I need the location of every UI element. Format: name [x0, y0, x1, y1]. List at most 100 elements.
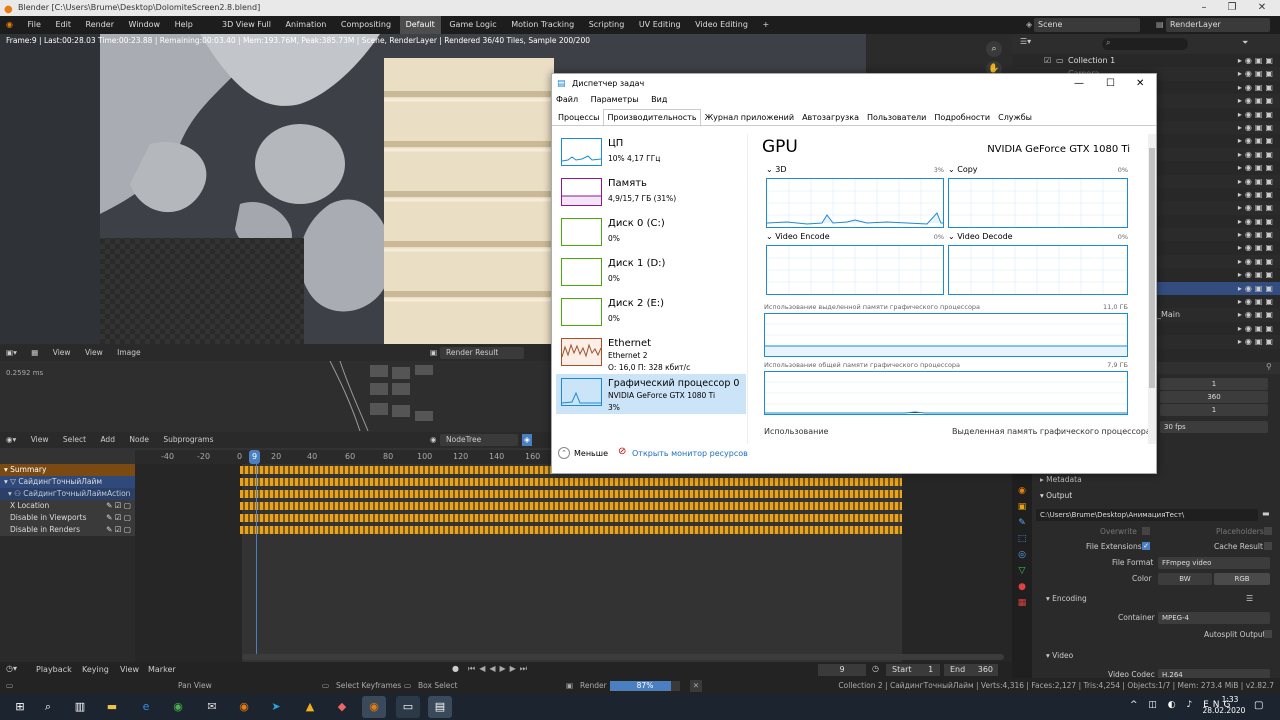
channel-action[interactable]: ▾ ⚇ СайдингТочныйЛаймAction	[0, 488, 135, 500]
close-icon[interactable]: ✕	[1136, 74, 1144, 94]
engine-copy-label[interactable]: ⌄ Copy	[948, 165, 978, 174]
resource-disk-0[interactable]: Диск 0 (C:) 0%	[556, 214, 746, 254]
color-bw-button[interactable]: BW	[1158, 573, 1212, 585]
output-tab-icon[interactable]: ▣	[1012, 502, 1032, 512]
resource-memory[interactable]: Память 4,9/15,7 ГБ (31%)	[556, 174, 746, 214]
frame-end-field[interactable]: 360	[1160, 391, 1268, 403]
menu-view[interactable]: Вид	[651, 95, 667, 104]
row-toggles-icon[interactable]: ▸◉▣▣	[1238, 190, 1276, 199]
maximize-icon[interactable]: ☐	[1106, 74, 1115, 94]
file-format-select[interactable]: FFmpeg video	[1158, 557, 1270, 569]
timeline-type-icon[interactable]: ◷▾	[6, 664, 17, 673]
fake-user-shield-icon[interactable]: ◈	[522, 434, 532, 446]
row-toggles-icon[interactable]: ▸◉▣▣	[1238, 310, 1276, 319]
row-toggles-icon[interactable]: ▸◉▣▣	[1238, 324, 1276, 333]
fps-select[interactable]: 30 fps	[1160, 421, 1268, 433]
app-icon[interactable]: ▲	[298, 696, 322, 718]
cache-result-checkbox[interactable]	[1264, 542, 1272, 550]
output-panel-title[interactable]: ▾ Output	[1040, 491, 1072, 500]
row-toggles-icon[interactable]: ▸◉▣▣	[1238, 83, 1276, 92]
keyframes-action[interactable]	[240, 490, 902, 498]
row-toggles-icon[interactable]: ▸◉▣▣	[1238, 217, 1276, 226]
row-toggles-icon[interactable]: ▸◉▣▣	[1238, 257, 1276, 266]
tab-video-editing[interactable]: Video Editing	[689, 16, 754, 34]
mail-app-icon[interactable]: ✉	[200, 696, 224, 718]
tab-compositing[interactable]: Compositing	[335, 16, 397, 34]
menu-keying[interactable]: Keying	[82, 665, 109, 674]
blender-active-icon[interactable]: ◉	[362, 696, 386, 718]
folder-icon[interactable]: ▬	[1262, 509, 1270, 518]
row-toggles-icon[interactable]: ▸◉▣▣	[1238, 284, 1276, 293]
task-view-icon[interactable]: ▥	[68, 696, 92, 718]
constraint-tab-icon[interactable]: ▽	[1012, 566, 1032, 576]
row-toggles-icon[interactable]: ▸◉▣▣	[1238, 123, 1276, 132]
node-editor[interactable]: 0.2592 ms	[0, 361, 552, 432]
menu-subprograms[interactable]: Subprograms	[157, 432, 219, 448]
resource-gpu-0[interactable]: Графический процессор 0 NVIDIA GeForce G…	[556, 374, 746, 414]
playhead-line[interactable]	[256, 462, 257, 660]
render-result-field[interactable]: Render Result	[440, 347, 524, 359]
editor-type-icon[interactable]: ◉▾	[0, 432, 22, 448]
texture-tab-icon[interactable]: ▦	[1012, 598, 1032, 608]
pin-icon[interactable]: ⚲	[1266, 362, 1272, 371]
clock-time[interactable]: 1:33	[1212, 695, 1248, 704]
keyframes-object[interactable]	[240, 478, 902, 486]
clock-date[interactable]: 28.02.2020	[1200, 706, 1248, 715]
outliner-search-input[interactable]	[1102, 38, 1188, 50]
modifier-tab-icon[interactable]: ◎	[1012, 550, 1032, 560]
resource-disk-2[interactable]: Диск 2 (E:) 0%	[556, 294, 746, 334]
resource-disk-1[interactable]: Диск 1 (D:) 0%	[556, 254, 746, 294]
engine-decode-label[interactable]: ⌄ Video Decode	[948, 232, 1013, 241]
tab-game-logic[interactable]: Game Logic	[443, 16, 502, 34]
app-icon[interactable]: ◆	[330, 696, 354, 718]
terminal-icon[interactable]: ▭	[396, 696, 420, 718]
row-toggles-icon[interactable]: ▸◉▣▣	[1238, 56, 1276, 65]
menu-window[interactable]: Window	[123, 16, 167, 34]
engine-3d-label[interactable]: ⌄ 3D	[766, 165, 787, 174]
editor-type-icon[interactable]: ▣▾	[0, 345, 23, 361]
telegram-icon[interactable]: ➤	[264, 696, 288, 718]
menu-file[interactable]: Файл	[556, 95, 578, 104]
close-icon[interactable]: ✕	[1242, 0, 1280, 16]
tab-scripting[interactable]: Scripting	[583, 16, 631, 34]
filter-icon[interactable]: ⏷	[1242, 38, 1248, 48]
channel-summary[interactable]: ▾ Summary	[0, 464, 135, 476]
scrollbar-thumb[interactable]	[1149, 148, 1155, 388]
render-tab-icon[interactable]: ◉	[1012, 486, 1032, 496]
color-rgb-button[interactable]: RGB	[1214, 573, 1270, 585]
view-layer-selector[interactable]: RenderLayer	[1166, 18, 1270, 32]
row-toggles-icon[interactable]: ▸◉▣▣	[1238, 96, 1276, 105]
channel-toggles-icon[interactable]: ✎ ☑ ▢	[106, 512, 131, 524]
menu-options[interactable]: Параметры	[591, 95, 639, 104]
row-toggles-icon[interactable]: ▸◉▣▣	[1238, 297, 1276, 306]
menu-marker[interactable]: Marker	[148, 665, 176, 674]
menu-render[interactable]: Render	[80, 16, 120, 34]
outliner-type-icon[interactable]: ☰▾	[1020, 37, 1031, 46]
row-toggles-icon[interactable]: ▸◉▣▣	[1238, 110, 1276, 119]
engine-encode-label[interactable]: ⌄ Video Encode	[766, 232, 830, 241]
vertical-scrollbar[interactable]	[1148, 134, 1156, 444]
overwrite-checkbox[interactable]	[1142, 527, 1150, 535]
row-toggles-icon[interactable]: ▸◉▣▣	[1238, 270, 1276, 279]
current-frame-marker[interactable]: 9	[249, 450, 261, 464]
row-toggles-icon[interactable]: ▸◉▣▣	[1238, 243, 1276, 252]
scene-selector[interactable]: Scene	[1034, 18, 1140, 32]
edge-icon[interactable]: e	[134, 696, 158, 718]
start-field[interactable]: Start 1	[886, 664, 940, 676]
row-toggles-icon[interactable]: ▸◉▣▣	[1238, 69, 1276, 78]
frame-start-field[interactable]: 1	[1160, 378, 1268, 390]
collapse-icon[interactable]: ⌃	[558, 447, 570, 459]
channel-toggles-icon[interactable]: ✎ ☑ ▢	[106, 500, 131, 512]
row-toggles-icon[interactable]: ▸◉▣▣	[1238, 136, 1276, 145]
file-explorer-icon[interactable]: ▬	[100, 696, 124, 718]
outliner-row[interactable]: ☑ ▭ Collection 1 ▸◉▣▣	[1012, 54, 1280, 67]
menu-add[interactable]: Add	[94, 432, 121, 448]
material-tab-icon[interactable]: ●	[1012, 582, 1032, 592]
menu-playback[interactable]: Playback	[36, 665, 72, 674]
object-tab-icon[interactable]: ⬚	[1012, 534, 1032, 544]
task-manager-icon[interactable]: ▤	[428, 696, 452, 718]
menu-help[interactable]: Help	[169, 16, 199, 34]
record-icon[interactable]: ●	[452, 664, 459, 673]
frame-step-field[interactable]: 1	[1160, 404, 1268, 416]
row-toggles-icon[interactable]: ▸◉▣▣	[1238, 337, 1276, 346]
